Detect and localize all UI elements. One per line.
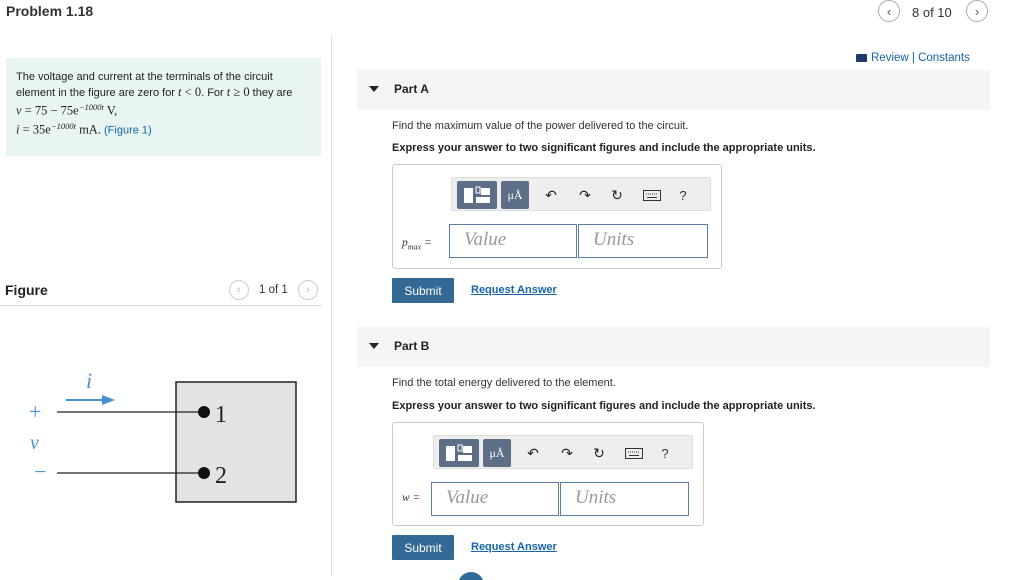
equals-sign: = [409, 492, 421, 504]
help-icon[interactable]: ? [658, 443, 672, 463]
units-button[interactable]: μÅ [501, 181, 529, 209]
collapse-triangle-icon [369, 343, 379, 349]
voltage-exponent: −1000t [78, 102, 104, 112]
part-a-request-answer-link[interactable]: Request Answer [471, 284, 557, 296]
reset-icon[interactable]: ↻ [607, 185, 627, 205]
p-max-label: pmax = [402, 237, 432, 251]
part-b-submit-button[interactable]: Submit [392, 535, 454, 560]
voltage-unit: V, [103, 103, 118, 118]
collapse-triangle-icon [369, 86, 379, 92]
voltage-equation: = 75 − 75e [21, 103, 79, 118]
figure-i-label: i [86, 368, 92, 393]
chevron-right-icon: › [306, 284, 310, 296]
part-b-answer-box: μÅ ↶ ↷ ↻ ? w = Value Units [392, 422, 704, 526]
part-b-units-input[interactable]: Units [560, 482, 689, 516]
top-bar: Problem 1.18 ‹ 8 of 10 › [0, 0, 1024, 26]
redo-icon[interactable]: ↷ [575, 185, 595, 205]
part-a-submit-button[interactable]: Submit [392, 278, 454, 303]
math-ge0: ≥ 0 [230, 84, 250, 99]
partial-circle-button[interactable] [458, 572, 484, 580]
figure-header: Figure ‹ 1 of 1 › [0, 280, 322, 306]
figure-v-label: v [30, 432, 39, 454]
redo-icon[interactable]: ↷ [557, 443, 577, 463]
chevron-left-icon: ‹ [237, 284, 241, 296]
figure-label: Figure [5, 282, 48, 298]
current-equation: = 35e [19, 122, 51, 137]
help-icon[interactable]: ? [676, 185, 690, 205]
part-a-instruction: Express your answer to two significant f… [392, 142, 816, 154]
circuit-figure: + v − i 1 2 [29, 368, 297, 503]
undo-icon[interactable]: ↶ [523, 443, 543, 463]
part-a-title: Part A [394, 82, 429, 96]
figure-minus-sign: − [34, 459, 46, 484]
current-unit: mA. [75, 122, 101, 137]
figure-next-button[interactable]: › [298, 280, 318, 300]
current-exponent: −1000t [50, 121, 76, 132]
figure-link[interactable]: (Figure 1) [104, 125, 152, 137]
part-a-header[interactable]: Part A [357, 70, 990, 110]
figure-plus-sign: + [29, 399, 41, 424]
prev-problem-button[interactable]: ‹ [878, 0, 900, 22]
problem-statement: The voltage and current at the terminals… [6, 58, 321, 156]
part-a-toolbar: μÅ ↶ ↷ ↻ ? [451, 177, 711, 211]
terminal-dot-1 [198, 406, 210, 418]
reset-icon[interactable]: ↻ [589, 443, 609, 463]
problem-mid-text: . For [201, 86, 227, 99]
review-constants-link[interactable]: Review | Constants [856, 52, 970, 64]
templates-button[interactable] [457, 181, 497, 209]
part-b-prompt: Find the total energy delivered to the e… [392, 377, 616, 389]
undo-icon[interactable]: ↶ [541, 185, 561, 205]
current-arrow-head [102, 395, 115, 405]
next-problem-button[interactable]: › [966, 0, 988, 22]
part-b-header[interactable]: Part B [357, 327, 990, 367]
problem-counter: 8 of 10 [912, 5, 952, 20]
units-button[interactable]: μÅ [483, 439, 511, 467]
terminal-label-2: 2 [215, 463, 227, 489]
part-a-prompt: Find the maximum value of the power deli… [392, 120, 689, 132]
problem-title: Problem 1.18 [6, 3, 94, 19]
part-b-request-answer-link[interactable]: Request Answer [471, 541, 557, 553]
templates-icon [446, 444, 472, 461]
review-constants-label: Review | Constants [871, 52, 970, 64]
terminal-dot-2 [198, 467, 210, 479]
figure-prev-button[interactable]: ‹ [229, 280, 249, 300]
equals-sign: = [421, 237, 432, 249]
book-icon [856, 54, 867, 62]
chevron-right-icon: › [974, 3, 980, 19]
problem-they-are-text: they are [249, 86, 293, 99]
part-b-value-input[interactable]: Value [431, 482, 559, 516]
part-a-answer-box: μÅ ↶ ↷ ↻ ? pmax = Value Units [392, 164, 722, 269]
part-b-toolbar: μÅ ↶ ↷ ↻ ? [433, 435, 693, 469]
keyboard-icon[interactable] [624, 443, 644, 463]
chevron-left-icon: ‹ [886, 3, 892, 19]
circuit-element-box [175, 381, 297, 503]
keyboard-icon[interactable] [642, 185, 662, 205]
templates-button[interactable] [439, 439, 479, 467]
templates-icon [464, 186, 490, 203]
w-label: w = [402, 492, 420, 504]
part-b-instruction: Express your answer to two significant f… [392, 400, 816, 412]
part-a-units-input[interactable]: Units [578, 224, 708, 258]
figure-counter: 1 of 1 [259, 284, 288, 296]
terminal-label-1: 1 [215, 402, 227, 428]
p-max-subscript: max [407, 242, 422, 252]
part-b-title: Part B [394, 339, 430, 353]
w-symbol: w [402, 492, 410, 504]
math-lt0: < 0 [181, 84, 202, 99]
part-a-value-input[interactable]: Value [449, 224, 577, 258]
